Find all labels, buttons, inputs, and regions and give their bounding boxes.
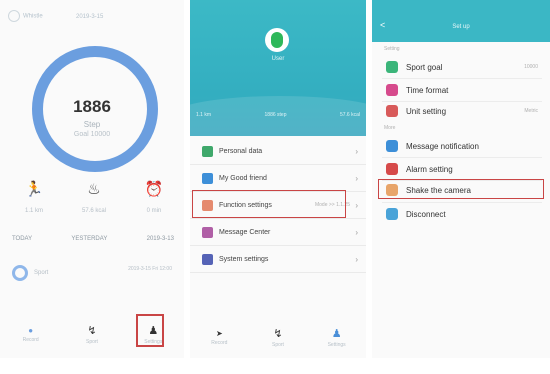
title-bar: < Set up: [372, 0, 550, 42]
item-value: Metric: [524, 108, 538, 114]
day-selector: TODAY YESTERDAY 2019-3-13: [12, 236, 174, 242]
app-logo-icon[interactable]: [265, 28, 289, 52]
menu-system-settings[interactable]: System settings ›: [190, 246, 366, 273]
fire-icon: ♨: [87, 181, 101, 198]
menu-label: Personal data: [219, 147, 263, 155]
setup-screen: < Set up Setting Sport goal 10000 Time f…: [372, 0, 550, 358]
profile-screen: User 1.1 km 1886 step 57.6 kcal Personal…: [190, 0, 366, 358]
item-disconnect[interactable]: Disconnect: [372, 203, 550, 225]
message-notification-icon: [386, 140, 398, 152]
section-setting: Setting: [384, 46, 400, 52]
item-message-notification[interactable]: Message notification: [372, 135, 550, 157]
item-unit-setting[interactable]: Unit setting Metric: [372, 100, 550, 122]
step-label: Step: [83, 120, 101, 129]
day-today[interactable]: TODAY: [12, 236, 32, 242]
home-nav-icon: ●: [28, 325, 34, 335]
profile-nav-icon: ♟: [331, 327, 342, 340]
menu-label: My Good friend: [219, 174, 267, 182]
stat-distance: 1.1 km: [196, 112, 212, 118]
item-alarm-setting[interactable]: Alarm setting: [372, 158, 550, 180]
sport-icon: [12, 265, 28, 281]
header-name: Whistle: [23, 13, 43, 20]
nav-record[interactable]: ● Record: [13, 326, 49, 343]
username: User: [271, 56, 285, 62]
day-earlier[interactable]: 2019-3-13: [147, 236, 174, 242]
sport-label[interactable]: Sport: [34, 270, 48, 276]
menu-label: Message Center: [219, 228, 271, 236]
profile-header: User 1.1 km 1886 step 57.6 kcal: [190, 0, 366, 136]
alarm-icon: ⏰: [144, 181, 164, 198]
logo-mark: [271, 32, 283, 48]
stat-steps: 1886 step: [264, 112, 287, 118]
menu-good-friend[interactable]: My Good friend ›: [190, 165, 366, 192]
metric-value: 57.6 kcal: [81, 208, 106, 214]
metric-distance: 🏃 1.1 km: [14, 180, 54, 214]
chevron-right-icon: ›: [355, 200, 358, 210]
section-more: More: [384, 125, 396, 131]
item-sport-goal[interactable]: Sport goal 10000: [372, 56, 550, 78]
nav-sport[interactable]: ↯ Sport: [260, 327, 296, 348]
chevron-right-icon: ›: [355, 254, 358, 264]
nav-record[interactable]: ➤ Record: [201, 329, 237, 346]
avatar-icon: [8, 10, 20, 22]
item-label: Unit setting: [406, 106, 447, 116]
home-nav-icon: ➤: [215, 328, 223, 338]
header-date: 2019-3-15: [76, 14, 104, 20]
step-count: 1886: [73, 97, 111, 116]
menu-message-center[interactable]: Message Center ›: [190, 219, 366, 246]
bottom-nav: ➤ Record ↯ Sport ♟ Settings: [190, 320, 366, 354]
item-label: Message notification: [406, 141, 479, 151]
item-label: Alarm setting: [406, 164, 453, 174]
stat-calories: 57.6 kcal: [339, 112, 360, 118]
metric-time: ⏰ 0 min: [134, 180, 174, 214]
running-icon: 🏃: [24, 181, 44, 198]
day-yesterday[interactable]: YESTERDAY: [71, 236, 107, 242]
page-title: Set up: [452, 24, 470, 30]
nav-sport[interactable]: ↯ Sport: [74, 324, 110, 345]
item-time-format[interactable]: Time format: [372, 79, 550, 101]
nav-label: Record: [211, 339, 228, 346]
system-settings-icon: [202, 253, 213, 265]
metrics-row: 🏃 1.1 km ♨ 57.6 kcal ⏰ 0 min: [14, 180, 174, 214]
sport-goal-icon: [386, 61, 398, 73]
menu-label: System settings: [219, 255, 269, 263]
nav-label: Sport: [86, 338, 98, 345]
nav-label: Sport: [272, 341, 284, 348]
sport-nav-icon: ↯: [87, 324, 97, 337]
personal-data-icon: [202, 145, 213, 157]
nav-settings[interactable]: ♟ Settings: [319, 327, 355, 348]
metric-calories: ♨ 57.6 kcal: [74, 180, 114, 214]
friend-icon: [202, 172, 213, 184]
menu-personal-data[interactable]: Personal data ›: [190, 138, 366, 165]
nav-label: Record: [22, 336, 39, 343]
metric-value: 0 min: [146, 208, 162, 214]
header-user[interactable]: Whistle: [8, 10, 43, 22]
chevron-right-icon: ›: [355, 227, 358, 237]
metric-value: 1.1 km: [24, 208, 43, 214]
highlight-box: [192, 190, 346, 218]
item-label: Sport goal: [406, 62, 443, 72]
message-center-icon: [202, 226, 213, 238]
disconnect-icon: [386, 208, 398, 220]
unit-setting-icon: [386, 105, 398, 117]
highlight-box: [136, 314, 164, 347]
header-stats: 1.1 km 1886 step 57.6 kcal: [196, 112, 360, 118]
chevron-right-icon: ›: [355, 146, 358, 156]
item-label: Disconnect: [406, 209, 446, 219]
nav-label: Settings: [327, 341, 346, 348]
item-value: 10000: [524, 64, 538, 70]
time-format-icon: [386, 84, 398, 96]
alarm-setting-icon: [386, 163, 398, 175]
sport-nav-icon: ↯: [273, 327, 283, 340]
item-label: Time format: [406, 85, 449, 95]
steps-screen: Whistle 2019-3-15 1886 Step Goal 10000 🏃…: [0, 0, 184, 358]
highlight-box: [378, 179, 544, 199]
goal-text: Goal 10000: [73, 131, 111, 138]
chevron-right-icon: ›: [355, 173, 358, 183]
sport-time: 2019-3-15 Fri 12:00: [128, 266, 172, 272]
